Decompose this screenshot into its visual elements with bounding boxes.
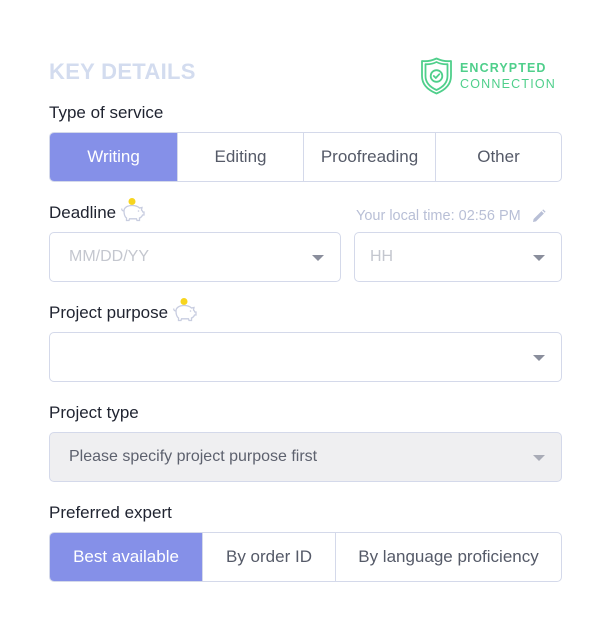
- pencil-icon[interactable]: [531, 208, 546, 224]
- service-label: Type of service: [49, 103, 163, 123]
- local-time-text: Your local time: 02:56 PM: [356, 208, 521, 224]
- project-type-label-text: Project type: [49, 403, 139, 422]
- secure-line1: ENCRYPTED: [460, 61, 547, 75]
- piggy-bank-icon: [121, 198, 145, 222]
- section-title: KEY DETAILS: [49, 59, 196, 84]
- service-type-selector: Writing Editing Proofreading Other: [49, 132, 562, 182]
- deadline-label: Deadline: [49, 198, 146, 223]
- expert-option-best-available[interactable]: Best available: [50, 533, 202, 581]
- project-type-placeholder: Please specify project purpose first: [69, 448, 318, 465]
- chevron-down-icon: [533, 255, 545, 261]
- expert-option-by-order-id[interactable]: By order ID: [202, 533, 335, 581]
- hour-placeholder: HH: [370, 248, 394, 265]
- deadline-label-text: Deadline: [49, 203, 117, 222]
- service-option-editing[interactable]: Editing: [177, 133, 303, 181]
- service-option-proofreading[interactable]: Proofreading: [303, 133, 435, 181]
- service-option-other[interactable]: Other: [435, 133, 561, 181]
- local-time: Your local time: 02:56 PM: [356, 208, 546, 224]
- preferred-expert-label: Preferred expert: [49, 503, 172, 523]
- preferred-expert-selector: Best available By order ID By language p…: [49, 532, 562, 582]
- chevron-down-icon: [312, 255, 324, 261]
- project-type-select[interactable]: Please specify project purpose first: [49, 432, 562, 482]
- deadline-hour-select[interactable]: HH: [354, 232, 562, 282]
- expert-option-by-language[interactable]: By language proficiency: [335, 533, 561, 581]
- piggy-bank-icon: [173, 298, 197, 322]
- secure-line2: CONNECTION: [460, 77, 557, 91]
- shield-check-icon: [421, 57, 452, 95]
- project-purpose-select[interactable]: [49, 332, 562, 382]
- chevron-down-icon: [533, 455, 545, 461]
- encrypted-connection-badge: ENCRYPTED CONNECTION: [420, 57, 556, 95]
- date-placeholder: MM/DD/YY: [69, 248, 149, 265]
- deadline-date-select[interactable]: MM/DD/YY: [49, 232, 341, 282]
- service-option-writing[interactable]: Writing: [50, 133, 177, 181]
- project-purpose-label-text: Project purpose: [49, 303, 169, 322]
- preferred-expert-label-text: Preferred expert: [49, 503, 172, 522]
- project-type-label: Project type: [49, 403, 139, 423]
- chevron-down-icon: [533, 355, 545, 361]
- project-purpose-label: Project purpose: [49, 298, 198, 323]
- service-label-text: Type of service: [49, 103, 164, 122]
